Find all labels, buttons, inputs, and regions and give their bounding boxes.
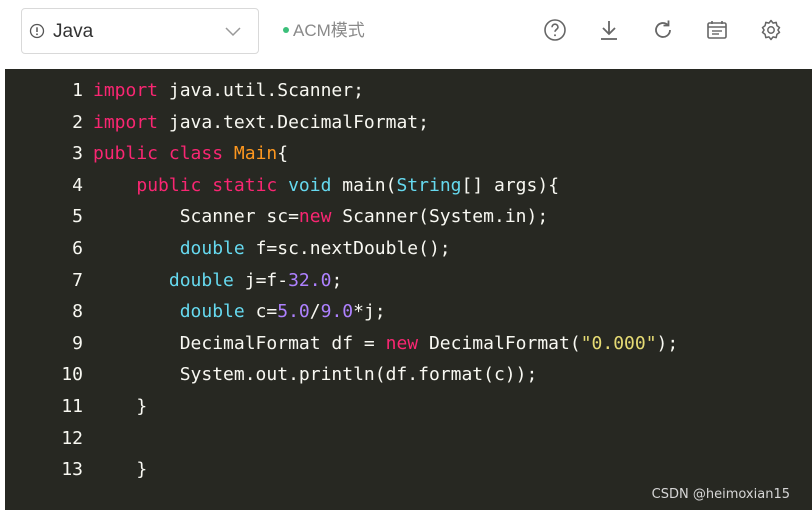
watermark: CSDN @heimoxian15 bbox=[651, 487, 790, 502]
code-text: Scanner sc=new Scanner(System.in); bbox=[93, 201, 548, 233]
code-token: 9.0 bbox=[320, 301, 354, 323]
line-number: 8 bbox=[72, 301, 83, 323]
line-number: 4 bbox=[72, 174, 83, 196]
code-text: public class Main{ bbox=[93, 138, 288, 170]
status-dot bbox=[283, 26, 289, 33]
code-line[interactable]: 1 import java.util.Scanner; bbox=[5, 75, 812, 107]
code-text: import java.text.DecimalFormat; bbox=[93, 107, 429, 139]
mode-indicator: ACM模式 bbox=[283, 20, 365, 42]
code-line[interactable]: 12 bbox=[5, 423, 812, 455]
code-line[interactable]: 10 System.out.println(df.format(c)); bbox=[5, 359, 812, 391]
code-token: Scanner(System.in); bbox=[331, 206, 549, 228]
code-text: System.out.println(df.format(c)); bbox=[93, 359, 538, 391]
code-token: main( bbox=[331, 174, 397, 196]
code-token: new bbox=[298, 206, 332, 228]
code-token: 5.0 bbox=[277, 301, 310, 323]
code-line[interactable]: 2 import java.text.DecimalFormat; bbox=[5, 107, 812, 139]
download-icon[interactable] bbox=[597, 18, 621, 42]
code-token: double bbox=[179, 238, 245, 259]
console-icon[interactable] bbox=[705, 18, 729, 42]
editor-toolbar: Java ACM模式 bbox=[0, 0, 812, 68]
code-line[interactable]: 3 public class Main{ bbox=[5, 138, 812, 170]
code-line[interactable]: 13 } bbox=[5, 454, 812, 486]
code-line[interactable]: 11 } bbox=[5, 391, 812, 423]
code-token: [] args){ bbox=[461, 174, 560, 196]
code-token: ; bbox=[331, 269, 343, 291]
code-token: import bbox=[93, 111, 159, 133]
code-token: } bbox=[93, 396, 148, 417]
code-line[interactable]: 9 DecimalFormat df = new DecimalFormat("… bbox=[5, 328, 812, 360]
code-token: new bbox=[385, 332, 419, 354]
line-number: 10 bbox=[61, 364, 83, 386]
language-label: Java bbox=[53, 21, 94, 42]
line-number: 13 bbox=[61, 459, 83, 481]
code-line[interactable]: 7 double j=f-32.0; bbox=[5, 265, 812, 297]
code-text: import java.util.Scanner; bbox=[93, 75, 364, 107]
code-line[interactable]: 5 Scanner sc=new Scanner(System.in); bbox=[5, 201, 812, 233]
code-token: { bbox=[277, 143, 289, 165]
code-token: / bbox=[309, 301, 321, 323]
line-number: 3 bbox=[72, 143, 83, 165]
line-number: 12 bbox=[61, 427, 83, 449]
help-icon[interactable] bbox=[543, 18, 567, 42]
code-text: } bbox=[93, 454, 147, 486]
code-token: Scanner sc= bbox=[93, 206, 299, 228]
code-token: 32.0 bbox=[288, 269, 332, 291]
code-token: String bbox=[396, 174, 462, 196]
code-token: public class bbox=[93, 143, 234, 165]
code-token: f=sc.nextDouble(); bbox=[244, 238, 451, 259]
code-token: import bbox=[93, 80, 159, 101]
code-token: public static bbox=[136, 174, 289, 196]
code-token: j=f- bbox=[233, 269, 289, 291]
code-text: double f=sc.nextDouble(); bbox=[93, 233, 451, 265]
code-token: Main bbox=[233, 143, 278, 165]
code-token: java.text.DecimalFormat; bbox=[158, 111, 429, 133]
code-editor[interactable]: 1 import java.util.Scanner; 2 import java.t… bbox=[5, 69, 812, 510]
settings-icon[interactable] bbox=[759, 18, 783, 42]
code-line[interactable]: 8 double c=5.0/9.0*j; bbox=[5, 296, 812, 328]
line-number: 9 bbox=[72, 332, 83, 354]
line-number: 7 bbox=[72, 269, 83, 291]
code-token: *j; bbox=[353, 301, 386, 323]
language-select[interactable]: Java bbox=[21, 8, 259, 54]
code-token: "0.000" bbox=[580, 332, 657, 354]
chevron-down-icon bbox=[225, 27, 241, 37]
code-line[interactable]: 6 double f=sc.nextDouble(); bbox=[5, 233, 812, 265]
refresh-icon[interactable] bbox=[651, 18, 675, 42]
code-text: public static void main(String[] args){ bbox=[93, 170, 559, 202]
code-token: } bbox=[93, 459, 148, 481]
code-token: DecimalFormat( bbox=[418, 332, 581, 354]
line-number: 6 bbox=[72, 238, 83, 259]
line-number: 5 bbox=[72, 206, 83, 228]
code-token: c= bbox=[244, 301, 278, 323]
info-icon bbox=[29, 23, 45, 39]
line-number: 2 bbox=[72, 111, 83, 133]
code-line[interactable]: 4 public static void main(String[] args)… bbox=[5, 170, 812, 202]
code-text: double c=5.0/9.0*j; bbox=[93, 296, 386, 328]
code-text: DecimalFormat df = new DecimalFormat("0.… bbox=[93, 328, 679, 360]
code-text: double j=f-32.0; bbox=[93, 265, 342, 297]
code-token: java.util.Scanner; bbox=[158, 80, 364, 101]
line-number: 11 bbox=[61, 396, 83, 417]
code-token: void bbox=[288, 174, 332, 196]
code-token: DecimalFormat df = bbox=[93, 332, 386, 354]
code-token: double bbox=[168, 269, 234, 291]
code-token: double bbox=[179, 301, 245, 323]
line-number: 1 bbox=[72, 80, 83, 101]
code-token: System.out.println(df.format(c)); bbox=[93, 364, 538, 386]
mode-label: ACM模式 bbox=[293, 21, 365, 40]
code-token: ); bbox=[656, 332, 679, 354]
code-text: } bbox=[93, 391, 147, 423]
